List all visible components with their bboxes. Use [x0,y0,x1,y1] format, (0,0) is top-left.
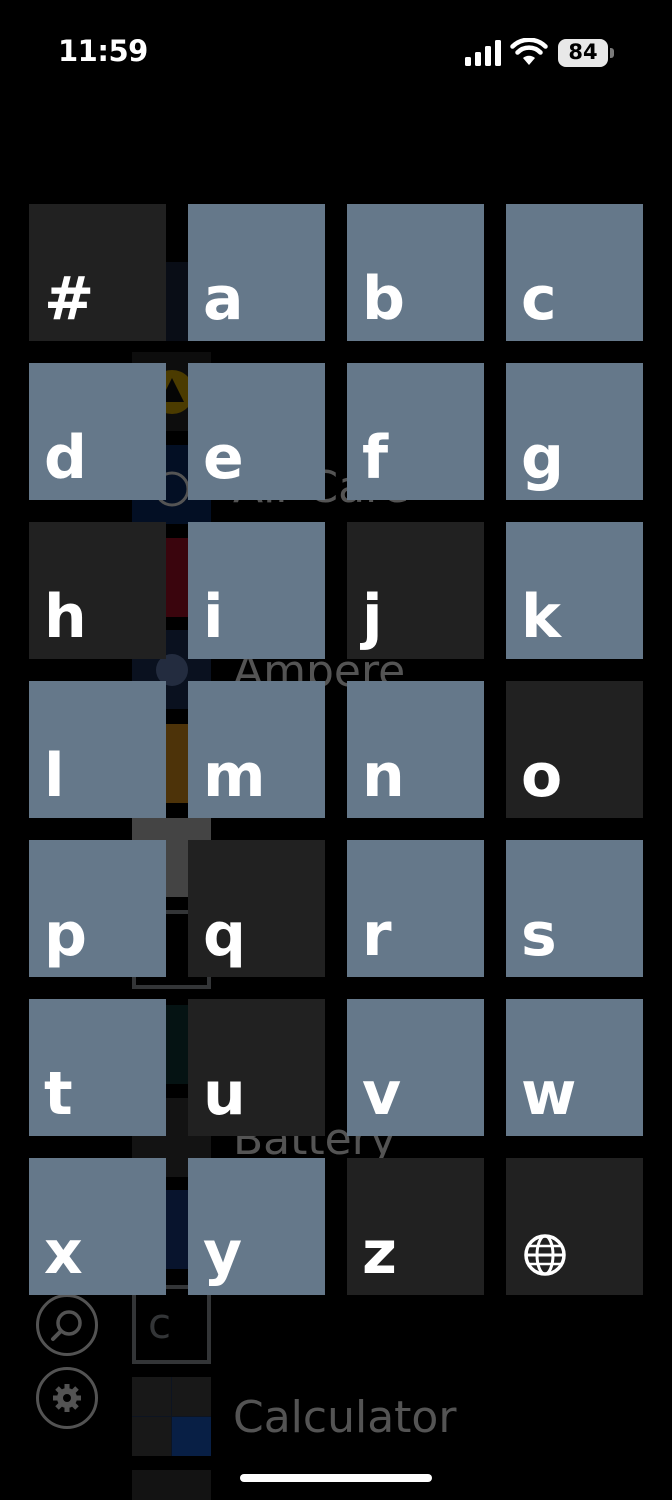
jump-cell-i[interactable]: i [188,522,325,659]
jump-cell-label: q [203,900,246,970]
jump-cell-label: # [44,264,95,334]
jump-cell-hash[interactable]: # [29,204,166,341]
jump-cell-label: f [362,423,389,493]
jump-cell-r[interactable]: r [347,840,484,977]
jump-cell-w[interactable]: w [506,999,643,1136]
jump-cell-u[interactable]: u [188,999,325,1136]
jump-cell-a[interactable]: a [188,204,325,341]
alphabet-jump-grid: # a b c d e f g h i j k l m n o p q r s t u v w x y z [29,204,643,1296]
jump-cell-label: x [44,1218,83,1288]
jump-cell-label: w [521,1059,577,1129]
jump-cell-d[interactable]: d [29,363,166,500]
jump-cell-label: c [521,264,557,334]
jump-cell-label: e [203,423,244,493]
jump-cell-label: u [203,1059,246,1129]
jump-cell-label: o [521,741,563,811]
jump-cell-h[interactable]: h [29,522,166,659]
jump-cell-label: k [521,582,561,652]
jump-cell-label: r [362,900,392,970]
jump-cell-j[interactable]: j [347,522,484,659]
jump-cell-z[interactable]: z [347,1158,484,1295]
jump-cell-q[interactable]: q [188,840,325,977]
globe-icon [524,1234,566,1276]
jump-cell-label: m [203,741,266,811]
jump-cell-label: h [44,582,87,652]
letter-header-c: c [132,1285,211,1364]
jump-cell-v[interactable]: v [347,999,484,1136]
jump-cell-label: t [44,1059,73,1129]
app-tile [132,1470,211,1500]
jump-cell-label: z [362,1218,397,1288]
jump-cell-label: v [362,1059,402,1129]
jump-cell-label: i [203,582,224,652]
search-icon [51,1310,82,1341]
home-indicator[interactable] [240,1474,432,1482]
jump-cell-t[interactable]: t [29,999,166,1136]
jump-cell-label: g [521,423,564,493]
jump-cell-c[interactable]: c [506,204,643,341]
jump-cell-label: p [44,900,87,970]
calculator-icon [132,1377,211,1456]
jump-cell-label: d [44,423,87,493]
jump-cell-n[interactable]: n [347,681,484,818]
jump-cell-f[interactable]: f [347,363,484,500]
jump-cell-label: s [521,900,557,970]
jump-cell-x[interactable]: x [29,1158,166,1295]
app-name: Calculator [233,1392,457,1443]
app-tile-calculator [132,1377,211,1456]
jump-cell-k[interactable]: k [506,522,643,659]
jump-cell-g[interactable]: g [506,363,643,500]
jump-cell-s[interactable]: s [506,840,643,977]
jump-cell-label: y [203,1218,243,1288]
jump-cell-y[interactable]: y [188,1158,325,1295]
search-button[interactable] [36,1294,98,1356]
jump-cell-label: j [362,582,383,652]
jump-cell-m[interactable]: m [188,681,325,818]
jump-cell-label: a [203,264,244,334]
settings-button[interactable] [36,1367,98,1429]
jump-cell-label: b [362,264,405,334]
jump-cell-e[interactable]: e [188,363,325,500]
jump-cell-l[interactable]: l [29,681,166,818]
jump-cell-label: n [362,741,405,811]
gear-icon [53,1384,81,1412]
jump-cell-o[interactable]: o [506,681,643,818]
jump-cell-p[interactable]: p [29,840,166,977]
jump-cell-b[interactable]: b [347,204,484,341]
jump-cell-label: l [44,741,65,811]
jump-cell-globe[interactable] [506,1158,643,1295]
